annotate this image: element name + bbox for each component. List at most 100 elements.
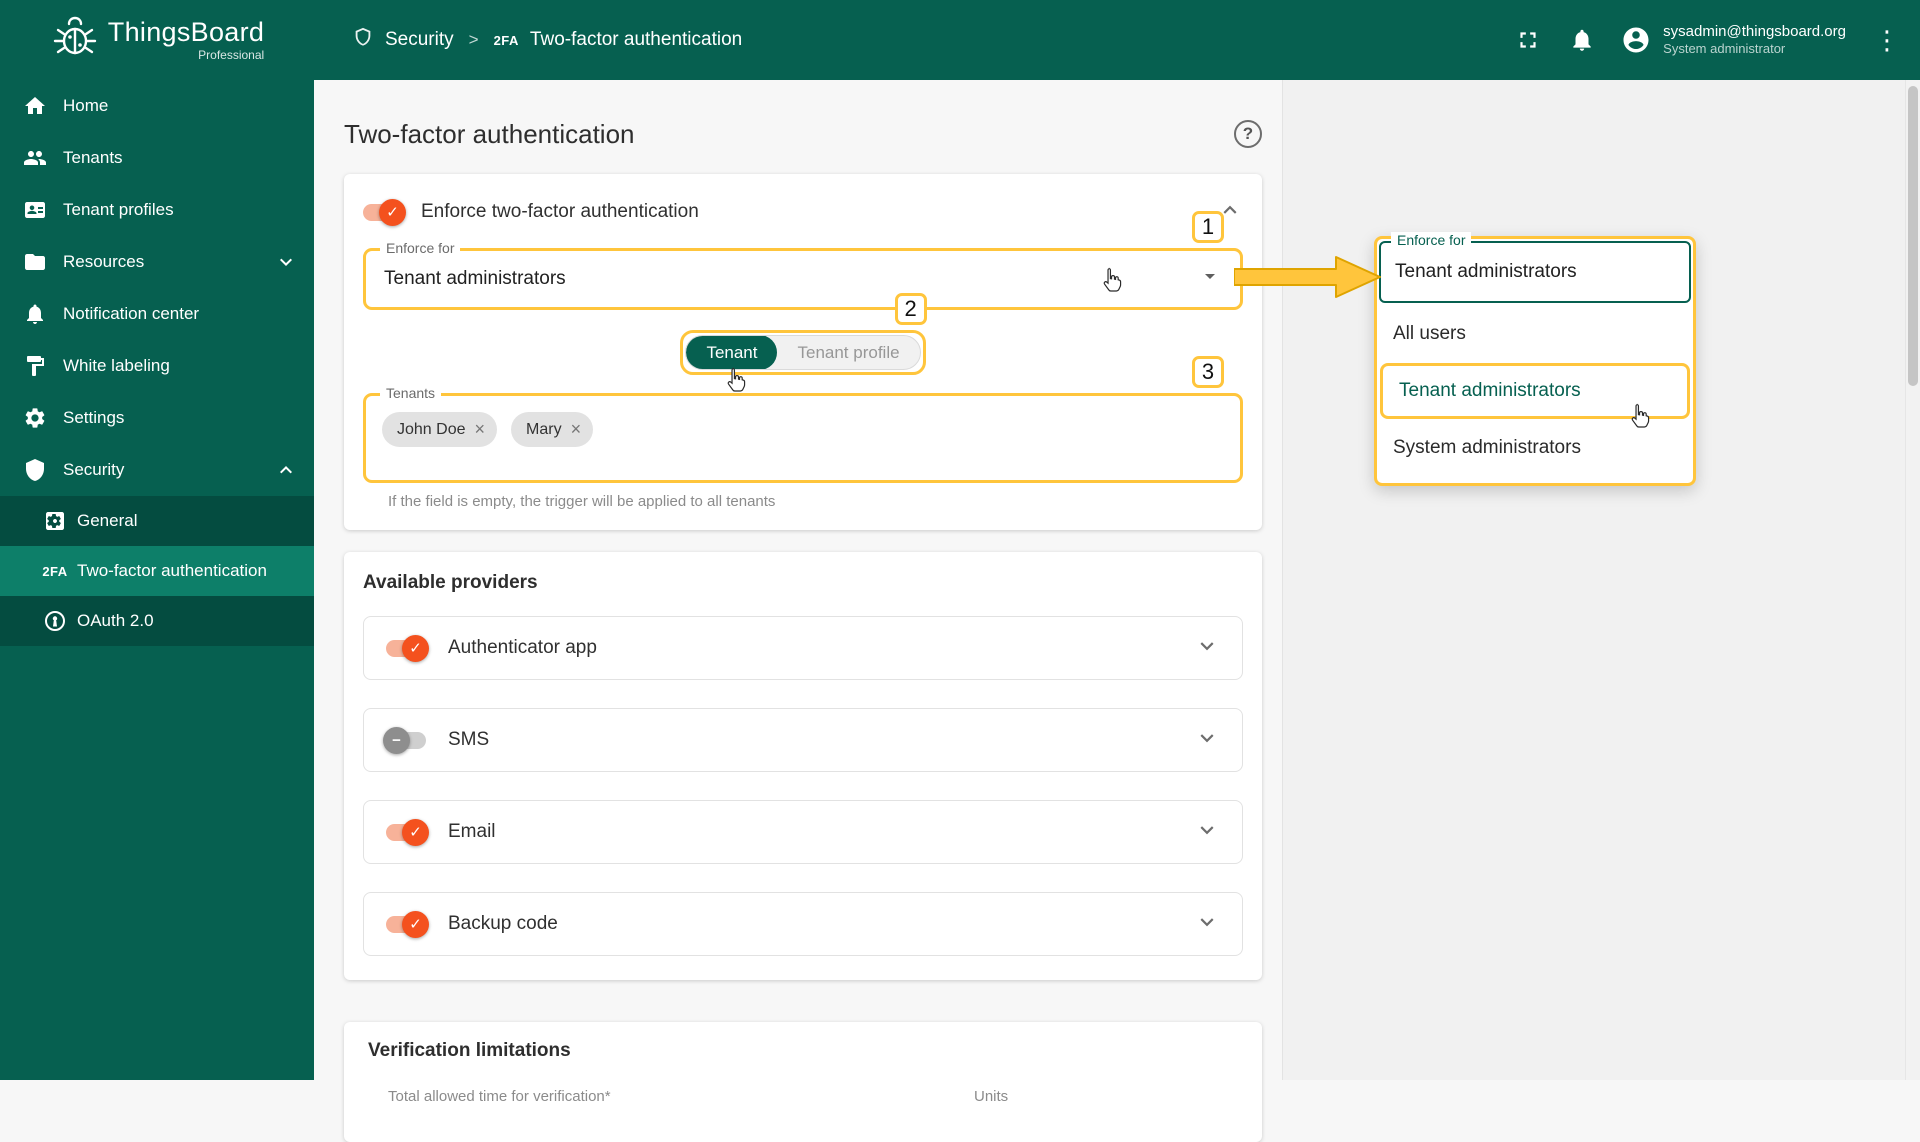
chevron-down-icon[interactable] (1194, 909, 1220, 940)
verification-limitations-card: Verification limitations Total allowed t… (344, 1022, 1262, 1142)
verification-title: Verification limitations (368, 1040, 1238, 1062)
user-email: sysadmin@thingsboard.org (1663, 23, 1846, 42)
fullscreen-icon[interactable] (1513, 25, 1543, 55)
chevron-up-icon (274, 458, 298, 482)
paint-icon (22, 354, 48, 378)
thingsboard-bug-icon (50, 14, 98, 67)
sidebar-item-general[interactable]: General (0, 496, 314, 546)
option-all-users[interactable]: All users (1377, 305, 1693, 363)
page-scrollbar (1905, 80, 1920, 1080)
background-panel (1282, 80, 1920, 1080)
tenant-chip: Mary × (511, 412, 593, 447)
scope-tenant-button[interactable]: Tenant (686, 335, 777, 370)
hand-cursor-icon (1628, 402, 1652, 435)
help-button[interactable]: ? (1234, 120, 1262, 148)
chevron-down-icon[interactable] (1194, 817, 1220, 848)
shield-icon (352, 26, 374, 54)
toggle-check-icon: ✓ (402, 819, 429, 846)
id-card-icon (22, 198, 48, 222)
breadcrumb: Security > 2FA Two-factor authentication (352, 26, 742, 54)
brand-logo[interactable]: ThingsBoard Professional (0, 14, 314, 67)
people-icon (22, 146, 48, 170)
toggle-minus-icon: − (383, 727, 410, 754)
sidebar-item-resources[interactable]: Resources (0, 236, 314, 288)
sidebar-item-security[interactable]: Security (0, 444, 314, 496)
enforce-for-dropdown-panel: Enforce for Tenant administrators All us… (1374, 236, 1696, 486)
available-providers-card: Available providers ✓ Authenticator app … (344, 552, 1262, 980)
tenants-field-label: Tenants (380, 385, 441, 401)
sidebar-item-settings[interactable]: Settings (0, 392, 314, 444)
enforce-2fa-toggle[interactable]: ✓ (363, 204, 403, 221)
notifications-bell-icon[interactable] (1567, 25, 1597, 55)
chevron-down-icon[interactable] (1194, 633, 1220, 664)
2fa-icon: 2FA (494, 33, 519, 48)
chip-close-icon[interactable]: × (475, 419, 486, 440)
hand-cursor-icon (1100, 266, 1124, 299)
authenticator-app-toggle[interactable]: ✓ (386, 640, 426, 657)
tenant-chip: John Doe × (382, 412, 497, 447)
breadcrumb-security[interactable]: Security (385, 29, 454, 51)
kebab-menu-icon[interactable]: ⋮ (1870, 27, 1904, 53)
security-submenu: General 2FA Two-factor authentication OA… (0, 496, 314, 646)
provider-row-email[interactable]: ✓ Email (363, 800, 1243, 864)
settings-square-icon (42, 509, 68, 533)
user-menu[interactable]: sysadmin@thingsboard.org System administ… (1621, 23, 1846, 58)
sidebar-item-tenants[interactable]: Tenants (0, 132, 314, 184)
toggle-check-icon: ✓ (379, 199, 406, 226)
hand-cursor-icon (724, 366, 748, 399)
tenants-field[interactable]: Tenants 3 John Doe × Mary × (363, 393, 1243, 483)
avatar[interactable] (1621, 25, 1651, 55)
chevron-down-icon (274, 250, 298, 274)
user-role: System administrator (1663, 41, 1846, 57)
provider-row-sms[interactable]: − SMS (363, 708, 1243, 772)
enforce-for-field-label: Enforce for (380, 240, 460, 256)
brand-name: ThingsBoard (108, 18, 264, 46)
2fa-icon: 2FA (42, 564, 68, 579)
home-icon (22, 94, 48, 118)
oauth-key-icon (42, 609, 68, 633)
brand-edition: Professional (198, 49, 264, 62)
gear-icon (22, 406, 48, 430)
verification-units-label: Units (974, 1088, 1008, 1105)
panel-enforce-for-value: Tenant administrators (1395, 261, 1577, 283)
annotation-arrow-icon (1234, 254, 1382, 305)
shield-icon (22, 458, 48, 482)
tenants-hint-text: If the field is empty, the trigger will … (388, 493, 1243, 510)
bell-icon (22, 302, 48, 326)
panel-enforce-for-field[interactable]: Enforce for Tenant administrators (1379, 241, 1691, 303)
sidebar: Home Tenants Tenant profiles Resources N… (0, 80, 314, 1080)
sidebar-item-oauth[interactable]: OAuth 2.0 (0, 596, 314, 646)
verification-time-label: Total allowed time for verification* (388, 1088, 611, 1105)
providers-title: Available providers (363, 572, 1243, 594)
folder-icon (22, 250, 48, 274)
sidebar-item-two-factor-authentication[interactable]: 2FA Two-factor authentication (0, 546, 314, 596)
step-badge-3: 3 (1192, 356, 1224, 388)
sms-toggle[interactable]: − (386, 732, 426, 749)
provider-row-authenticator-app[interactable]: ✓ Authenticator app (363, 616, 1243, 680)
scope-tenant-profile-button[interactable]: Tenant profile (777, 335, 919, 370)
toggle-check-icon: ✓ (402, 911, 429, 938)
sidebar-item-home[interactable]: Home (0, 80, 314, 132)
enforce-for-value: Tenant administrators (384, 268, 566, 290)
dropdown-caret-icon (1198, 264, 1222, 294)
sidebar-item-notification-center[interactable]: Notification center (0, 288, 314, 340)
main-content: Two-factor authentication ? ✓ Enforce tw… (314, 80, 1920, 1080)
enforce-2fa-label: Enforce two-factor authentication (421, 201, 699, 223)
breadcrumb-separator: > (469, 30, 479, 50)
sidebar-item-tenant-profiles[interactable]: Tenant profiles (0, 184, 314, 236)
app-header: ThingsBoard Professional Security > 2FA … (0, 0, 1920, 80)
toggle-check-icon: ✓ (402, 635, 429, 662)
chip-close-icon[interactable]: × (571, 419, 582, 440)
scrollbar-thumb[interactable] (1908, 86, 1918, 386)
sidebar-item-white-labeling[interactable]: White labeling (0, 340, 314, 392)
backup-code-toggle[interactable]: ✓ (386, 916, 426, 933)
enforce-2fa-card: ✓ Enforce two-factor authentication Enfo… (344, 174, 1262, 530)
scope-toggle-group: 2 Tenant Tenant profile (680, 330, 925, 375)
chevron-down-icon[interactable] (1194, 725, 1220, 756)
step-badge-2: 2 (895, 293, 927, 325)
email-toggle[interactable]: ✓ (386, 824, 426, 841)
step-badge-1: 1 (1192, 211, 1224, 243)
page-title: Two-factor authentication (344, 119, 635, 150)
provider-row-backup-code[interactable]: ✓ Backup code (363, 892, 1243, 956)
breadcrumb-current-page: Two-factor authentication (530, 29, 742, 51)
